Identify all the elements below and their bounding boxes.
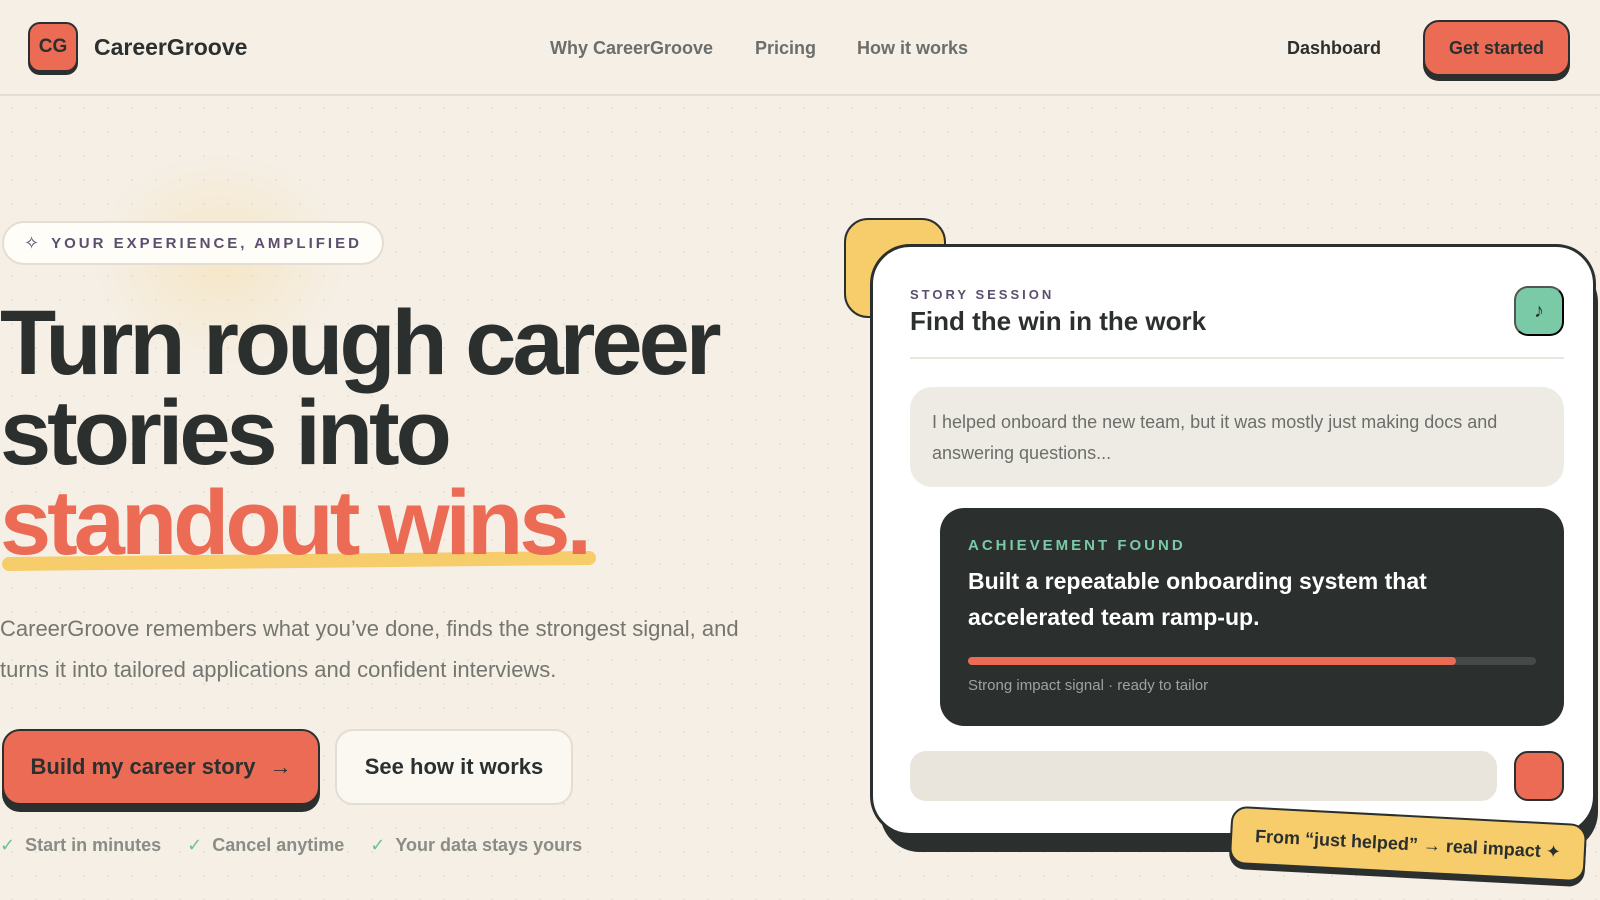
music-note-icon[interactable]: ♪ [1514,286,1564,336]
headline-accent: standout wins. [0,472,592,574]
dashboard-link[interactable]: Dashboard [1287,38,1381,59]
get-started-button[interactable]: Get started [1423,20,1570,76]
eyebrow-pill: ✧ YOUR EXPERIENCE, AMPLIFIED [2,221,384,265]
check-label: Cancel anytime [212,835,345,855]
user-message-bubble: I helped onboard the new team, but it wa… [910,387,1564,487]
sparkle-icon: ✧ [24,232,40,253]
check-label: Start in minutes [25,835,162,855]
check-label: Your data stays yours [395,835,583,855]
check-icon: ✓ [187,835,203,855]
signal-progress-fill [968,657,1457,665]
achievement-card: ACHIEVEMENT FOUND Built a repeatable onb… [940,508,1564,726]
message-input[interactable] [910,751,1497,801]
hero-subtitle: CareerGroove remembers what you’ve done,… [0,616,739,682]
session-title: Find the win in the work [910,306,1207,336]
build-career-story-button[interactable]: Build my career story → [2,729,320,805]
hero-headline: Turn rough career stories into standout … [0,292,780,574]
nav-link-why[interactable]: Why CareerGroove [550,38,713,59]
brand-name[interactable]: CareerGroove [94,34,247,61]
check-icon: ✓ [0,835,16,855]
headline-line-1: Turn rough career [0,292,722,394]
see-how-it-works-button[interactable]: See how it works [335,729,573,805]
story-session-card: STORY SESSION Find the win in the work ♪… [870,244,1596,836]
build-career-story-label: Build my career story [30,754,256,779]
headline-line-2: stories into [0,382,452,484]
achievement-caption: Strong impact signal · ready to tailor [968,677,1209,694]
check-icon: ✓ [370,835,386,855]
check-item: ✓ Start in minutes [0,835,161,856]
session-label: STORY SESSION [910,287,1055,302]
site-header: CG CareerGroove Why CareerGroove Pricing… [0,0,1600,96]
achievement-text: Built a repeatable onboarding system tha… [968,568,1427,630]
send-button[interactable] [1514,751,1564,801]
card-divider [910,357,1564,359]
logo-badge[interactable]: CG [28,22,78,72]
check-item: ✓ Cancel anytime [187,835,344,856]
feature-checks: ✓ Start in minutes ✓ Cancel anytime ✓ Yo… [0,835,582,856]
achievement-label: ACHIEVEMENT FOUND [968,537,1186,554]
arrow-right-icon: → [269,754,292,779]
check-item: ✓ Your data stays yours [370,835,582,856]
nav-link-how-it-works[interactable]: How it works [857,38,968,59]
signal-progress-track [968,657,1536,665]
nav-link-pricing[interactable]: Pricing [755,38,816,59]
eyebrow-text: YOUR EXPERIENCE, AMPLIFIED [51,234,362,252]
